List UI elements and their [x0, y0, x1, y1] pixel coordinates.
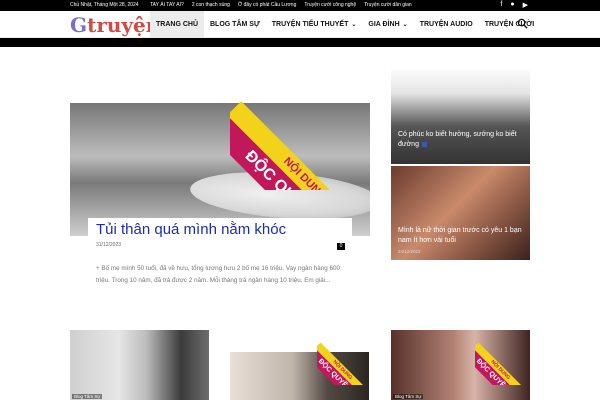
category-tag[interactable]: Blog Tâm Sự [72, 394, 103, 399]
comment-count[interactable]: 0 [337, 243, 345, 250]
exclusive-badge: NỘI DUNG ĐỘC QUYỀN [230, 70, 370, 190]
menu-item-blog[interactable]: BLOG TÂM SỰ [204, 11, 266, 38]
menu-item-family[interactable]: GIA ĐÌNH ⌄ [362, 11, 413, 38]
top-link[interactable]: 2 con thạch sùng [192, 2, 230, 8]
nav-underbar [0, 38, 600, 47]
menu-item-jokes[interactable]: TRUYỆN CƯỜI [479, 11, 541, 38]
side-post[interactable]: Mình là nữ thời gian trước có yêu 1 bạn … [391, 166, 530, 260]
top-link[interactable]: TAY ÁI TAY AI? [150, 2, 184, 8]
top-link[interactable]: Ở đây có phát Cầu Lương [238, 2, 296, 8]
book-icon [421, 141, 427, 147]
top-bar: Chủ Nhật, Tháng Một 28, 2024 TAY ÁI TAY … [0, 0, 600, 11]
chevron-down-icon: ⌄ [351, 22, 357, 28]
menu-item-audio[interactable]: TRUYỆN AUDIO [414, 11, 479, 38]
side-post[interactable]: Có phúc ko biết hưởng, sướng ko biết đườ… [391, 70, 530, 164]
side-post-date: 24/12/2023 [398, 249, 421, 254]
hero-excerpt: + Bố mẹ mình 50 tuổi, đã về hưu, tổng lư… [96, 265, 341, 284]
post-card[interactable]: Blog Tâm Sự [70, 330, 209, 400]
youtube-icon[interactable]: ▶ [523, 1, 528, 9]
category-tag[interactable]: Blog Tâm Sự [393, 394, 424, 399]
side-post-title[interactable]: Mình là nữ thời gian trước có yêu 1 bạn … [398, 226, 524, 246]
search-icon[interactable] [517, 18, 528, 29]
hero-title-box: Tủi thân quá mình nằm khóc [88, 218, 352, 240]
social-links: f ● ▶ [500, 1, 528, 9]
facebook-icon[interactable]: f [500, 1, 502, 9]
exclusive-badge: NỘI DUNG ĐỘC QUYỀN [317, 330, 372, 385]
github-icon[interactable]: ● [510, 1, 514, 9]
exclusive-badge: NỘI DUNG ĐỘC QUYỀN [475, 330, 530, 385]
current-date: Chủ Nhật, Tháng Một 28, 2024 [70, 2, 139, 8]
chevron-down-icon: ⌄ [402, 22, 408, 28]
main-menu: TRANG CHỦ BLOG TÂM SỰ TRUYỆN TIỂU THUYẾT… [150, 11, 540, 38]
main-navbar: Gtruyện TRANG CHỦ BLOG TÂM SỰ TRUYỆN TIỂ… [0, 11, 600, 38]
site-logo[interactable]: Gtruyện [70, 13, 160, 37]
menu-item-novels[interactable]: TRUYỆN TIỂU THUYẾT ⌄ [266, 11, 363, 38]
top-link[interactable]: Truyện cười công nghệ [304, 2, 356, 8]
side-post-title[interactable]: Có phúc ko biết hưởng, sướng ko biết đườ… [398, 131, 517, 148]
top-link[interactable]: Truyện cười dân gian [364, 2, 412, 8]
menu-item-home[interactable]: TRANG CHỦ [150, 11, 204, 38]
hero-title[interactable]: Tủi thân quá mình nằm khóc [96, 221, 344, 238]
hero-date: 31/12/2023 [96, 242, 122, 248]
top-links: TAY ÁI TAY AI? 2 con thạch sùng Ở đây có… [150, 2, 412, 8]
logo-letter: G [70, 13, 88, 37]
